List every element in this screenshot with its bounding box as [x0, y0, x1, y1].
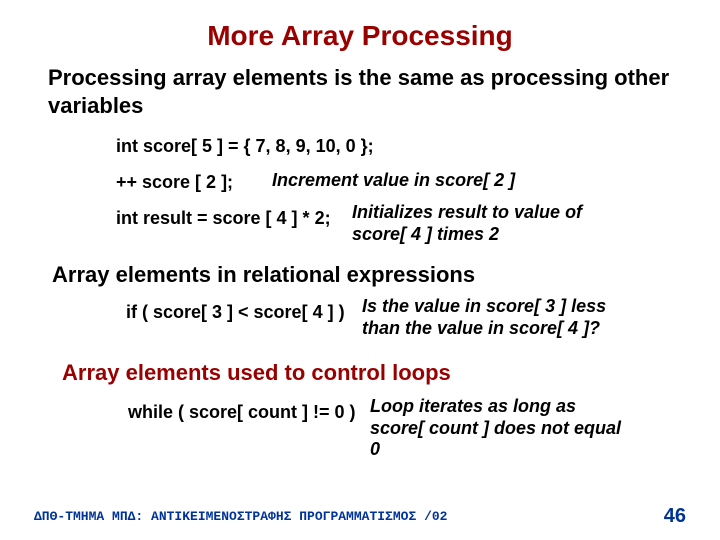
note-if: Is the value in score[ 3 ] less than the… — [362, 296, 642, 339]
code-result: int result = score [ 4 ] * 2; — [116, 208, 331, 229]
code-if: if ( score[ 3 ] < score[ 4 ] ) — [126, 302, 345, 323]
code-while: while ( score[ count ] != 0 ) — [128, 402, 356, 423]
intro-text: Processing array elements is the same as… — [48, 64, 672, 119]
slide-title: More Array Processing — [0, 20, 720, 52]
heading-relational: Array elements in relational expressions — [52, 262, 475, 288]
code-declaration: int score[ 5 ] = { 7, 8, 9, 10, 0 }; — [116, 136, 374, 157]
heading-loops: Array elements used to control loops — [62, 360, 451, 386]
note-increment: Increment value in score[ 2 ] — [272, 170, 515, 191]
note-while: Loop iterates as long as score[ count ] … — [370, 396, 630, 461]
note-result: Initializes result to value of score[ 4 … — [352, 202, 632, 245]
footer-text: ΔΠΘ-ΤΜΗΜΑ ΜΠΔ: ΑΝΤΙΚΕΙΜΕΝΟΣΤΡΑΦΗΣ ΠΡΟΓΡΑ… — [34, 509, 447, 524]
code-increment: ++ score [ 2 ]; — [116, 172, 233, 193]
page-number: 46 — [664, 505, 686, 528]
slide: More Array Processing Processing array e… — [0, 0, 720, 540]
